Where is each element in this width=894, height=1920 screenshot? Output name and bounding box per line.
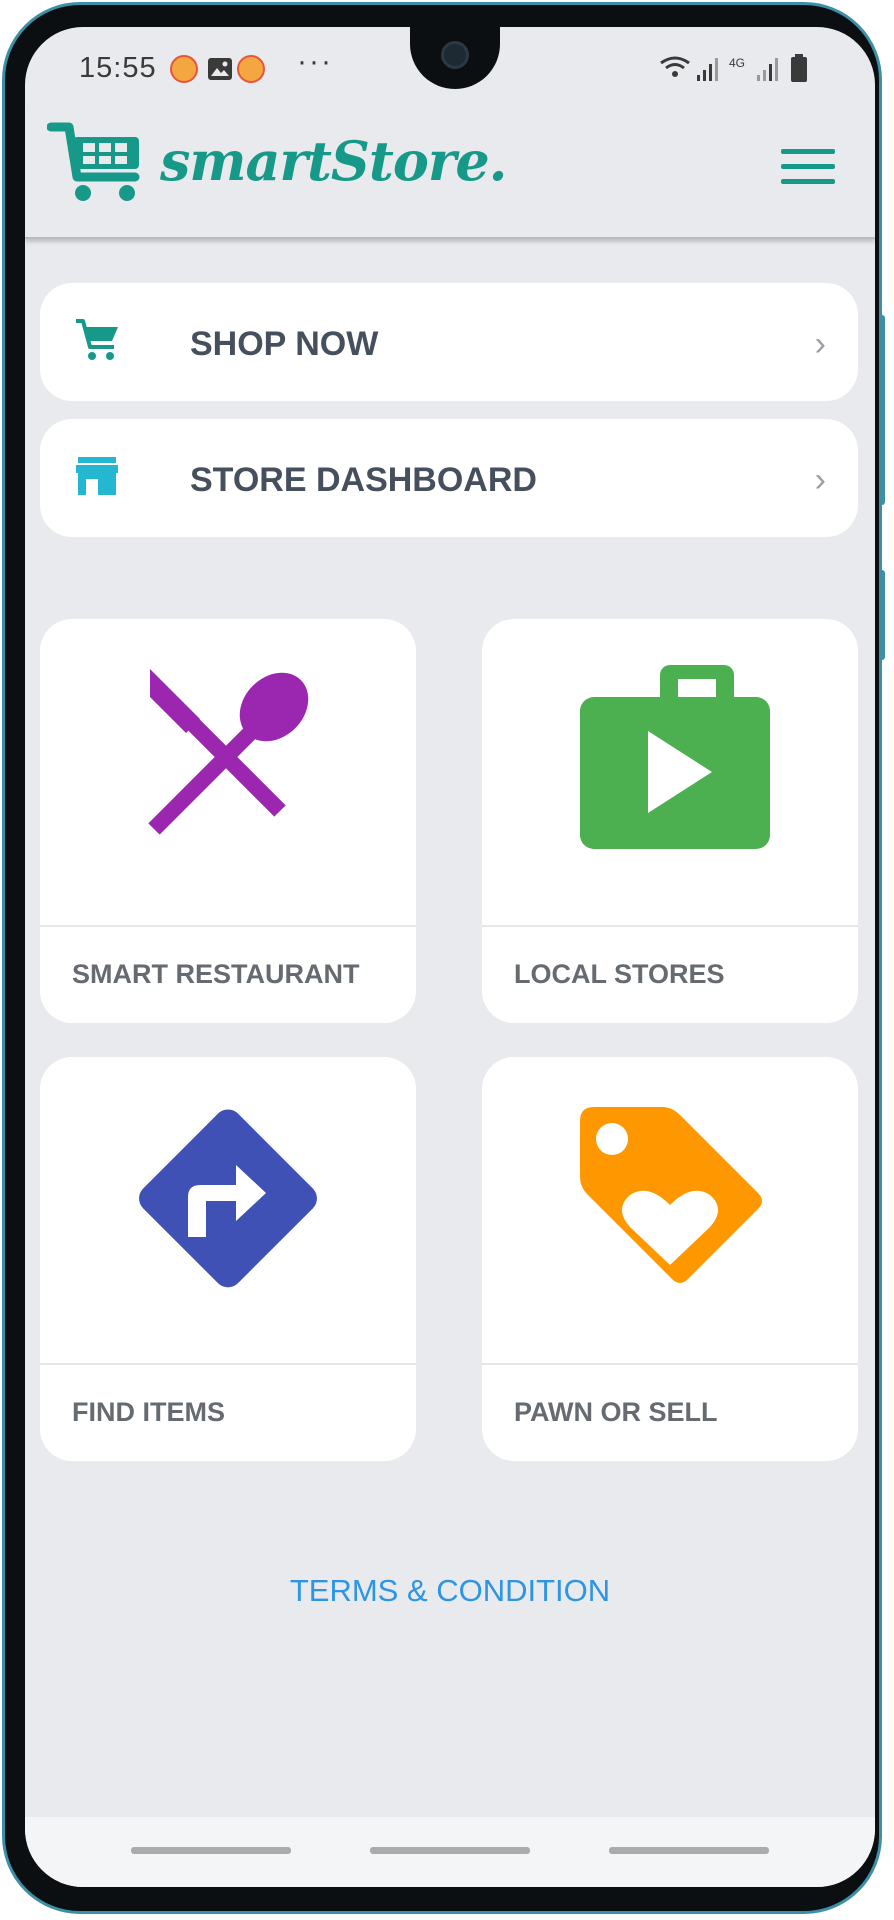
gallery-icon — [208, 58, 232, 80]
battery-icon — [791, 54, 807, 82]
tile-divider — [40, 1363, 416, 1365]
pawn-or-sell-label: PAWN OR SELL — [514, 1397, 718, 1427]
phone-frame: 15:55 ··· 4G smartStore. SHOP NOW › STOR… — [2, 2, 885, 1914]
tile-divider — [482, 1363, 858, 1365]
back-button[interactable] — [609, 1847, 769, 1854]
recent-apps-button[interactable] — [131, 1847, 291, 1854]
tag-heart-icon — [580, 1107, 762, 1283]
signal-icon-2 — [757, 58, 778, 81]
status-icons: 4G — [660, 54, 807, 82]
chevron-right-icon: › — [814, 461, 826, 499]
restaurant-icon — [148, 669, 309, 835]
system-navigation-bar — [25, 1817, 875, 1887]
notification-app-icon — [170, 55, 198, 83]
front-camera — [441, 41, 469, 69]
volume-button — [879, 315, 885, 505]
power-button — [879, 570, 885, 660]
status-time: 15:55 — [79, 52, 157, 84]
notification-app-icon — [237, 55, 265, 83]
tile-divider — [482, 925, 858, 927]
menu-icon — [781, 149, 835, 154]
chevron-right-icon: › — [814, 325, 826, 363]
directions-icon — [139, 1109, 317, 1288]
store-dashboard-button[interactable]: STORE DASHBOARD › — [40, 419, 858, 537]
store-icon — [76, 457, 118, 495]
smart-restaurant-tile[interactable]: SMART RESTAURANT — [40, 619, 416, 1023]
network-type: 4G — [729, 56, 745, 70]
tile-divider — [40, 925, 416, 927]
smart-restaurant-label: SMART RESTAURANT — [72, 959, 360, 989]
find-items-tile[interactable]: FIND ITEMS — [40, 1057, 416, 1461]
app-bar: smartStore. — [25, 107, 875, 239]
screen: 15:55 ··· 4G smartStore. SHOP NOW › STOR… — [25, 27, 875, 1887]
find-items-label: FIND ITEMS — [72, 1397, 225, 1427]
shop-bag-icon — [580, 665, 770, 849]
store-dashboard-label: STORE DASHBOARD — [190, 461, 537, 499]
pawn-or-sell-tile[interactable]: PAWN OR SELL — [482, 1057, 858, 1461]
signal-icon — [697, 58, 718, 81]
terms-and-condition-link[interactable]: TERMS & CONDITION — [25, 1573, 875, 1609]
shop-now-label: SHOP NOW — [190, 325, 379, 363]
cart-icon — [76, 319, 118, 360]
shop-now-button[interactable]: SHOP NOW › — [40, 283, 858, 401]
more-notifications-icon: ··· — [297, 45, 333, 78]
local-stores-tile[interactable]: LOCAL STORES — [482, 619, 858, 1023]
home-button[interactable] — [370, 1847, 530, 1854]
app-logo: smartStore. — [160, 129, 507, 193]
wifi-icon — [660, 56, 690, 77]
local-stores-label: LOCAL STORES — [514, 959, 725, 989]
hamburger-menu-button[interactable] — [781, 149, 835, 191]
cart-logo-icon — [47, 122, 140, 201]
